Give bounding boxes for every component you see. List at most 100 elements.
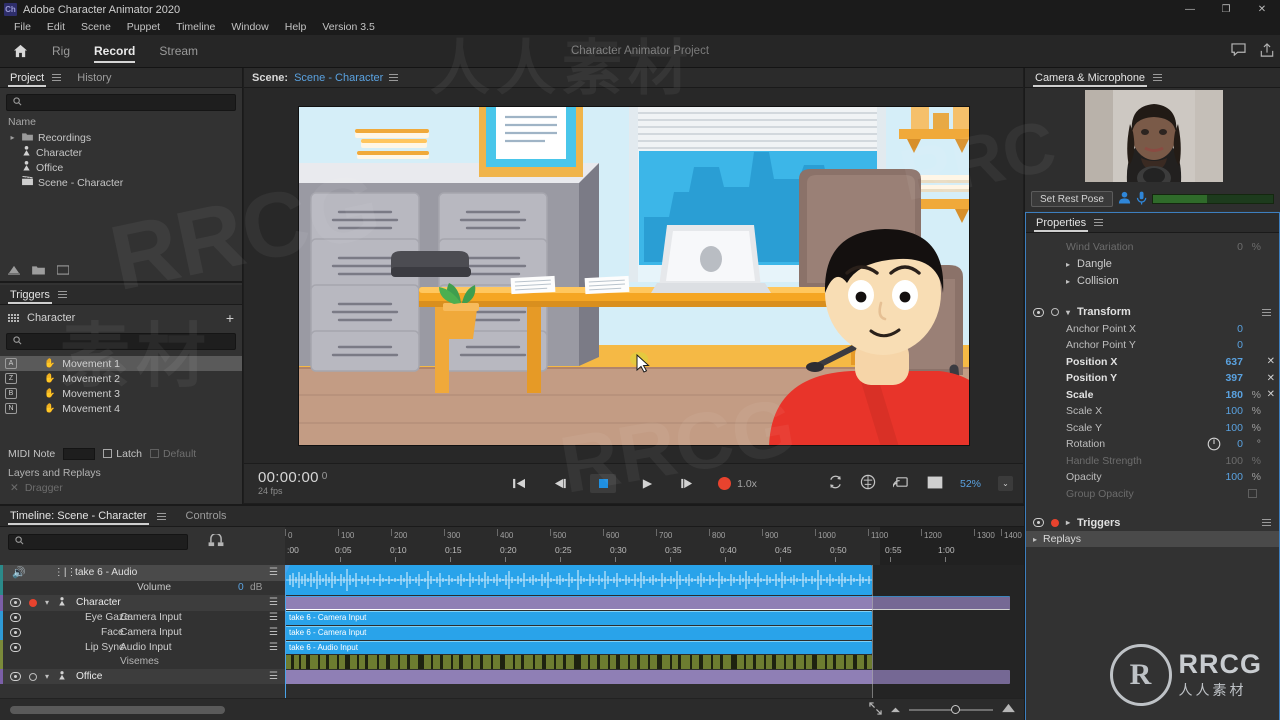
clip-visemes[interactable] — [285, 655, 872, 669]
background-icon[interactable] — [927, 476, 943, 492]
step-back-button[interactable] — [550, 475, 568, 493]
property-group-replays[interactable]: ▸ Replays — [1026, 531, 1279, 547]
minimize-button[interactable]: — — [1172, 0, 1208, 19]
zoom-slider-handle[interactable] — [951, 704, 960, 714]
panel-menu-icon[interactable] — [389, 72, 399, 83]
comment-icon[interactable] — [1231, 43, 1246, 59]
chevron-down-icon[interactable]: ▾ — [45, 672, 49, 681]
horizontal-scrollbar[interactable] — [10, 706, 225, 714]
tab-timeline[interactable]: Timeline: Scene - Character — [8, 506, 149, 526]
timeline-ruler[interactable]: frames m:ss 0 100 200 300 400 500 600 70… — [285, 527, 1024, 565]
restore-button[interactable]: ❐ — [1208, 0, 1244, 19]
zoom-fit-icon[interactable] — [869, 701, 882, 718]
solo-icon[interactable]: ☰ — [269, 627, 278, 638]
puppet-stage[interactable] — [297, 105, 970, 446]
rotation-dial-icon[interactable] — [1207, 437, 1221, 454]
panel-menu-icon[interactable] — [52, 72, 62, 83]
record-toggle-icon[interactable] — [1051, 518, 1059, 527]
clear-override-icon[interactable]: ✕ — [1267, 373, 1275, 384]
eye-icon[interactable] — [1033, 518, 1044, 527]
chevron-right-icon[interactable]: ▸ — [1033, 535, 1037, 544]
solo-icon[interactable]: ☰ — [269, 671, 278, 682]
tab-stream[interactable]: Stream — [147, 35, 210, 68]
eye-icon[interactable] — [10, 642, 21, 652]
speaker-icon[interactable]: 🔊 — [12, 566, 26, 579]
loop-icon[interactable] — [828, 475, 843, 492]
trigger-row-movement-4[interactable]: N ✋ Movement 4 — [0, 401, 242, 416]
zoom-in-icon[interactable] — [1001, 703, 1016, 716]
eye-icon[interactable] — [10, 672, 21, 682]
zoom-slider[interactable] — [909, 704, 993, 714]
chevron-right-icon[interactable]: ▸ — [1066, 260, 1070, 269]
playback-speed[interactable]: 1.0x — [737, 478, 757, 490]
track-row-volume[interactable]: Volume 0 dB — [0, 580, 285, 596]
clip-lip-sync[interactable]: take 6 - Audio Input — [285, 641, 872, 654]
step-forward-button[interactable] — [678, 475, 696, 493]
property-value[interactable]: 100 — [1225, 471, 1243, 483]
track-row-character[interactable]: ▾ Character ☰ — [0, 595, 285, 611]
playhead[interactable] — [285, 565, 290, 698]
solo-icon[interactable]: ☰ — [269, 642, 278, 653]
property-value[interactable]: 0 — [1237, 339, 1243, 351]
menu-scene[interactable]: Scene — [73, 19, 119, 35]
chevron-right-icon[interactable]: ▸ — [1066, 518, 1070, 527]
timeline-clip-area[interactable]: take 6 - Camera Input take 6 - Camera In… — [285, 565, 1024, 698]
menu-timeline[interactable]: Timeline — [168, 19, 223, 35]
property-value[interactable]: 100 — [1225, 422, 1243, 434]
track-row-visemes[interactable]: Visemes — [0, 654, 285, 669]
project-search-input[interactable] — [27, 96, 235, 109]
project-item-scene-character[interactable]: Scene - Character — [0, 175, 242, 190]
timeline-search-box[interactable] — [8, 534, 188, 550]
property-value[interactable]: 637 — [1225, 356, 1243, 368]
project-item-character[interactable]: Character — [0, 145, 242, 160]
share-icon[interactable] — [1260, 42, 1274, 60]
panel-menu-icon[interactable] — [1262, 517, 1271, 528]
panel-menu-icon[interactable] — [156, 511, 166, 522]
midi-note-field[interactable] — [63, 448, 96, 460]
tab-project[interactable]: Project — [8, 68, 47, 88]
property-value[interactable]: 0 — [1237, 438, 1243, 450]
property-group-transform[interactable]: ▾ Transform — [1026, 304, 1279, 321]
chevron-down-icon[interactable]: ▾ — [45, 598, 49, 607]
zoom-level[interactable]: 52% — [960, 478, 981, 490]
tab-rig[interactable]: Rig — [40, 35, 82, 68]
trigger-row-movement-2[interactable]: Z ✋ Movement 2 — [0, 371, 242, 386]
menu-window[interactable]: Window — [223, 19, 276, 35]
track-row-eye-gaze[interactable]: Eye Gaze Camera Input ☰ — [0, 610, 285, 626]
chevron-right-icon[interactable]: ▸ — [1066, 277, 1070, 286]
track-row-lip-sync[interactable]: Lip Sync Audio Input ☰ — [0, 639, 285, 655]
property-group-collision[interactable]: ▸ Collision — [1026, 273, 1279, 290]
panel-menu-icon[interactable] — [1262, 307, 1271, 318]
trigger-row-movement-3[interactable]: B ✋ Movement 3 — [0, 386, 242, 401]
eye-icon[interactable] — [10, 598, 21, 608]
track-row-face[interactable]: Face Camera Input ☰ — [0, 625, 285, 640]
triggers-search-input[interactable] — [27, 335, 235, 348]
project-item-recordings[interactable]: ▸ Recordings — [0, 130, 242, 145]
camera-preview[interactable] — [1085, 90, 1223, 182]
set-rest-pose-button[interactable]: Set Rest Pose — [1031, 191, 1113, 207]
clip-character-group[interactable] — [285, 596, 1010, 610]
tab-triggers[interactable]: Triggers — [8, 285, 52, 305]
latch-checkbox[interactable]: Latch — [103, 448, 142, 460]
property-value[interactable]: 0 — [1237, 323, 1243, 335]
webcam-reset-icon[interactable] — [860, 474, 876, 493]
add-trigger-button[interactable]: + — [226, 310, 234, 326]
chevron-down-icon[interactable]: ▾ — [1066, 308, 1070, 317]
record-button[interactable] — [718, 477, 732, 490]
home-icon[interactable] — [0, 44, 40, 58]
new-scene-icon[interactable] — [56, 264, 70, 278]
menu-puppet[interactable]: Puppet — [119, 19, 168, 35]
record-toggle-icon[interactable] — [1051, 308, 1059, 316]
stop-button[interactable] — [590, 474, 617, 493]
property-group-dangle[interactable]: ▸ Dangle — [1026, 256, 1279, 273]
project-search-box[interactable] — [6, 94, 236, 111]
record-toggle-icon[interactable] — [29, 598, 37, 607]
property-value[interactable]: 0 — [1237, 241, 1243, 253]
track-row-office[interactable]: ▾ Office ☰ — [0, 668, 285, 685]
microphone-icon[interactable] — [1136, 191, 1147, 208]
triggers-search-box[interactable] — [6, 333, 236, 350]
go-to-start-button[interactable] — [510, 475, 528, 493]
tab-controls[interactable]: Controls — [184, 506, 229, 526]
play-button[interactable] — [638, 475, 656, 493]
track-row-audio[interactable]: 🔊 ⋮|⋮ take 6 - Audio ☰ — [0, 565, 285, 581]
